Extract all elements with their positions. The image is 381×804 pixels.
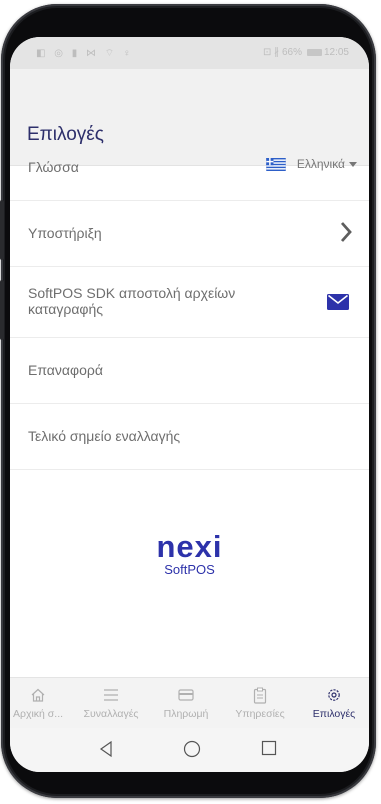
reset-label: Επαναφορά [28, 362, 103, 378]
language-label: Γλώσσα [28, 159, 79, 175]
dropdown-caret-icon [349, 161, 357, 167]
phone-volume-button [0, 200, 4, 260]
bottom-navigation: Αρχική σ... Συναλλαγές Πληρωμή Υπηρεσίες… [10, 677, 369, 728]
list-icon [104, 689, 118, 701]
status-icons: ◧ ◎ ▮ ⋈ ⌔ ♀ [36, 48, 134, 59]
endpoint-label: Τελικό σημείο εναλλαγής [28, 428, 181, 444]
support-row[interactable]: Υποστήριξη [10, 201, 369, 267]
settings-list: Γλώσσα Ελληνικά Υποστήριξη SoftPOS SDK α… [10, 135, 369, 470]
gear-icon [328, 689, 340, 701]
nav-label-services: Υπηρεσίες [235, 708, 285, 720]
nav-item-services[interactable]: Υπηρεσίες [224, 686, 296, 720]
language-row[interactable]: Γλώσσα Ελληνικά [10, 135, 369, 201]
nav-item-payment[interactable]: Πληρωμή [150, 686, 222, 720]
mail-icon[interactable] [327, 294, 349, 310]
greek-flag-icon [266, 157, 286, 171]
logo-subtext: SoftPOS [164, 562, 215, 577]
language-selector[interactable]: Ελληνικά [266, 157, 357, 171]
logo-text: nexi [156, 529, 223, 564]
support-label: Υποστήριξη [28, 225, 102, 241]
nav-item-home[interactable]: Αρχική σ... [10, 686, 74, 720]
nav-item-options[interactable]: Επιλογές [298, 686, 369, 720]
phone-screen: ◧ ◎ ▮ ⋈ ⌔ ♀ ⊡ ∦ 66% 12:05 Επιλογές Γλώσσ… [10, 37, 369, 772]
clipboard-icon [253, 687, 267, 704]
home-circle-icon[interactable] [183, 740, 201, 758]
language-value: Ελληνικά [296, 157, 345, 171]
back-icon[interactable] [98, 740, 114, 758]
phone-side-button [0, 280, 4, 340]
sdk-logs-label: SoftPOS SDK αποστολή αρχείων καταγραφής [28, 285, 236, 317]
endpoint-row[interactable]: Τελικό σημείο εναλλαγής [10, 404, 369, 470]
nav-label-payment: Πληρωμή [163, 708, 209, 720]
status-right: ⊡ ∦ 66% 12:05 [263, 47, 349, 58]
card-icon [178, 689, 194, 701]
status-time: 12:05 [323, 47, 349, 58]
home-icon [31, 688, 45, 702]
system-navigation-bar [10, 728, 369, 772]
battery-icon [306, 49, 322, 56]
recents-icon[interactable] [261, 740, 277, 756]
nexi-logo: nexi SoftPOS [10, 529, 369, 577]
nav-item-transactions[interactable]: Συναλλαγές [75, 686, 147, 720]
status-indicators: ⊡ ∦ 66% [263, 47, 302, 58]
nav-label-transactions: Συναλλαγές [83, 708, 139, 720]
chevron-right-icon [340, 222, 352, 242]
status-bar: ◧ ◎ ▮ ⋈ ⌔ ♀ ⊡ ∦ 66% 12:05 [10, 37, 369, 69]
reset-row[interactable]: Επαναφορά [10, 338, 369, 404]
nav-label-options: Επιλογές [312, 708, 356, 720]
nav-label-home: Αρχική σ... [12, 708, 64, 720]
sdk-logs-row[interactable]: SoftPOS SDK αποστολή αρχείων καταγραφής [10, 267, 369, 338]
